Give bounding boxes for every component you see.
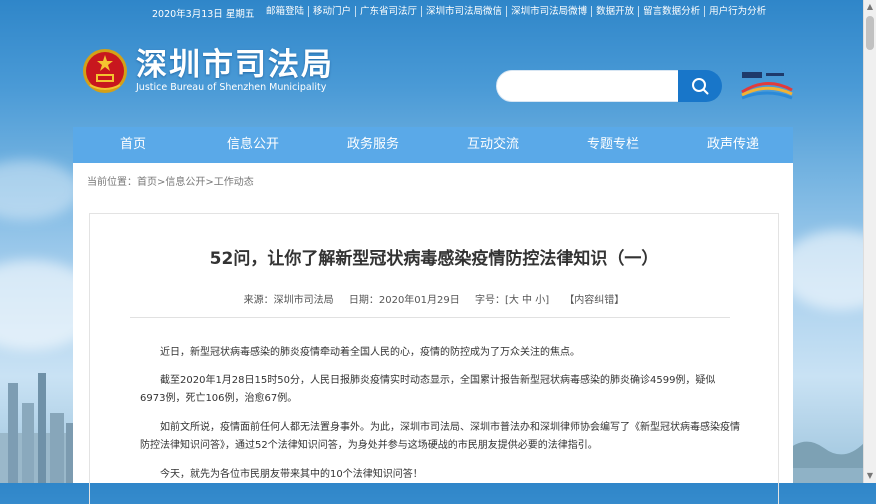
article-paragraph: 今天，就先为各位市民朋友带来其中的10个法律知识问答！: [160, 469, 423, 480]
site-logo[interactable]: 深圳市司法局 Justice Bureau of Shenzhen Munici…: [82, 47, 334, 95]
site-name-cn: 深圳市司法局: [136, 47, 334, 83]
top-links: 邮箱登陆 移动门户 广东省司法厅 深圳市司法局微信 深圳市司法局微博 数据开放 …: [262, 6, 770, 17]
link-weibo[interactable]: 深圳市司法局微博: [507, 6, 593, 17]
article-date: 日期：2020年01月29日: [348, 295, 460, 306]
scroll-up-arrow[interactable]: ▲: [864, 0, 876, 14]
search-button[interactable]: [678, 70, 722, 102]
search-box: [496, 70, 722, 102]
divider: [130, 317, 730, 318]
site-name-en: Justice Bureau of Shenzhen Municipality: [136, 82, 327, 93]
city-skyline-image: [0, 373, 80, 483]
scroll-down-arrow[interactable]: ▼: [864, 469, 876, 483]
font-size-selector[interactable]: 字号：[大 中 小]: [475, 295, 549, 306]
nav-info-disclosure[interactable]: 信息公开: [193, 127, 313, 163]
search-icon: [692, 78, 709, 95]
article-paragraph: 如前文所说，疫情面前任何人都无法置身事外。为此，深圳市司法局、深圳市普法办和深圳…: [140, 422, 740, 451]
background-cloud: [0, 160, 80, 220]
article-source: 来源：深圳市司法局: [243, 295, 334, 306]
background-cloud: [780, 230, 876, 310]
promo-logo-icon[interactable]: [740, 70, 794, 100]
nav-home[interactable]: 首页: [73, 127, 193, 163]
article-paragraph: 近日，新型冠状病毒感染的肺炎疫情牵动着全国人民的心，疫情的防控成为了万众关注的焦…: [160, 347, 580, 358]
article-title: 52问，让你了解新型冠状病毒感染疫情防控法律知识（一）: [209, 249, 659, 269]
link-open-data[interactable]: 数据开放: [592, 6, 640, 17]
main-nav: 首页 信息公开 政务服务 互动交流 专题专栏 政声传递: [73, 127, 793, 163]
article-paragraph: 截至2020年1月28日15时50分，人民日报肺炎疫情实时动态显示，全国累计报告…: [140, 375, 716, 404]
nav-government-voice[interactable]: 政声传递: [673, 127, 793, 163]
link-message-analysis[interactable]: 留言数据分析: [639, 6, 706, 17]
breadcrumb: 当前位置：首页>信息公开>工作动态: [87, 177, 254, 188]
nav-interaction[interactable]: 互动交流: [433, 127, 553, 163]
content-area: 当前位置：首页>信息公开>工作动态 52问，让你了解新型冠状病毒感染疫情防控法律…: [73, 163, 793, 504]
nav-special-topics[interactable]: 专题专栏: [553, 127, 673, 163]
national-emblem-icon: [83, 49, 127, 93]
link-mobile-portal[interactable]: 移动门户: [309, 6, 357, 17]
scrollbar[interactable]: ▲ ▼: [863, 0, 876, 483]
nav-government-services[interactable]: 政务服务: [313, 127, 433, 163]
link-guangdong-justice[interactable]: 广东省司法厅: [356, 6, 423, 17]
coastline-image: [784, 441, 864, 483]
content-correction-link[interactable]: 【内容纠错】: [564, 295, 624, 306]
article: 52问，让你了解新型冠状病毒感染疫情防控法律知识（一） 来源：深圳市司法局 日期…: [89, 213, 779, 504]
scrollbar-thumb[interactable]: [866, 16, 874, 50]
article-meta: 来源：深圳市司法局 日期：2020年01月29日 字号：[大 中 小] 【内容纠…: [90, 291, 778, 306]
current-date: 2020年3月13日 星期五: [152, 9, 255, 20]
top-bar: 2020年3月13日 星期五 邮箱登陆 移动门户 广东省司法厅 深圳市司法局微信…: [0, 0, 864, 24]
link-user-behavior[interactable]: 用户行为分析: [705, 6, 770, 17]
search-input[interactable]: [496, 70, 686, 102]
link-mail-login[interactable]: 邮箱登陆: [262, 6, 310, 17]
link-wechat[interactable]: 深圳市司法局微信: [422, 6, 508, 17]
